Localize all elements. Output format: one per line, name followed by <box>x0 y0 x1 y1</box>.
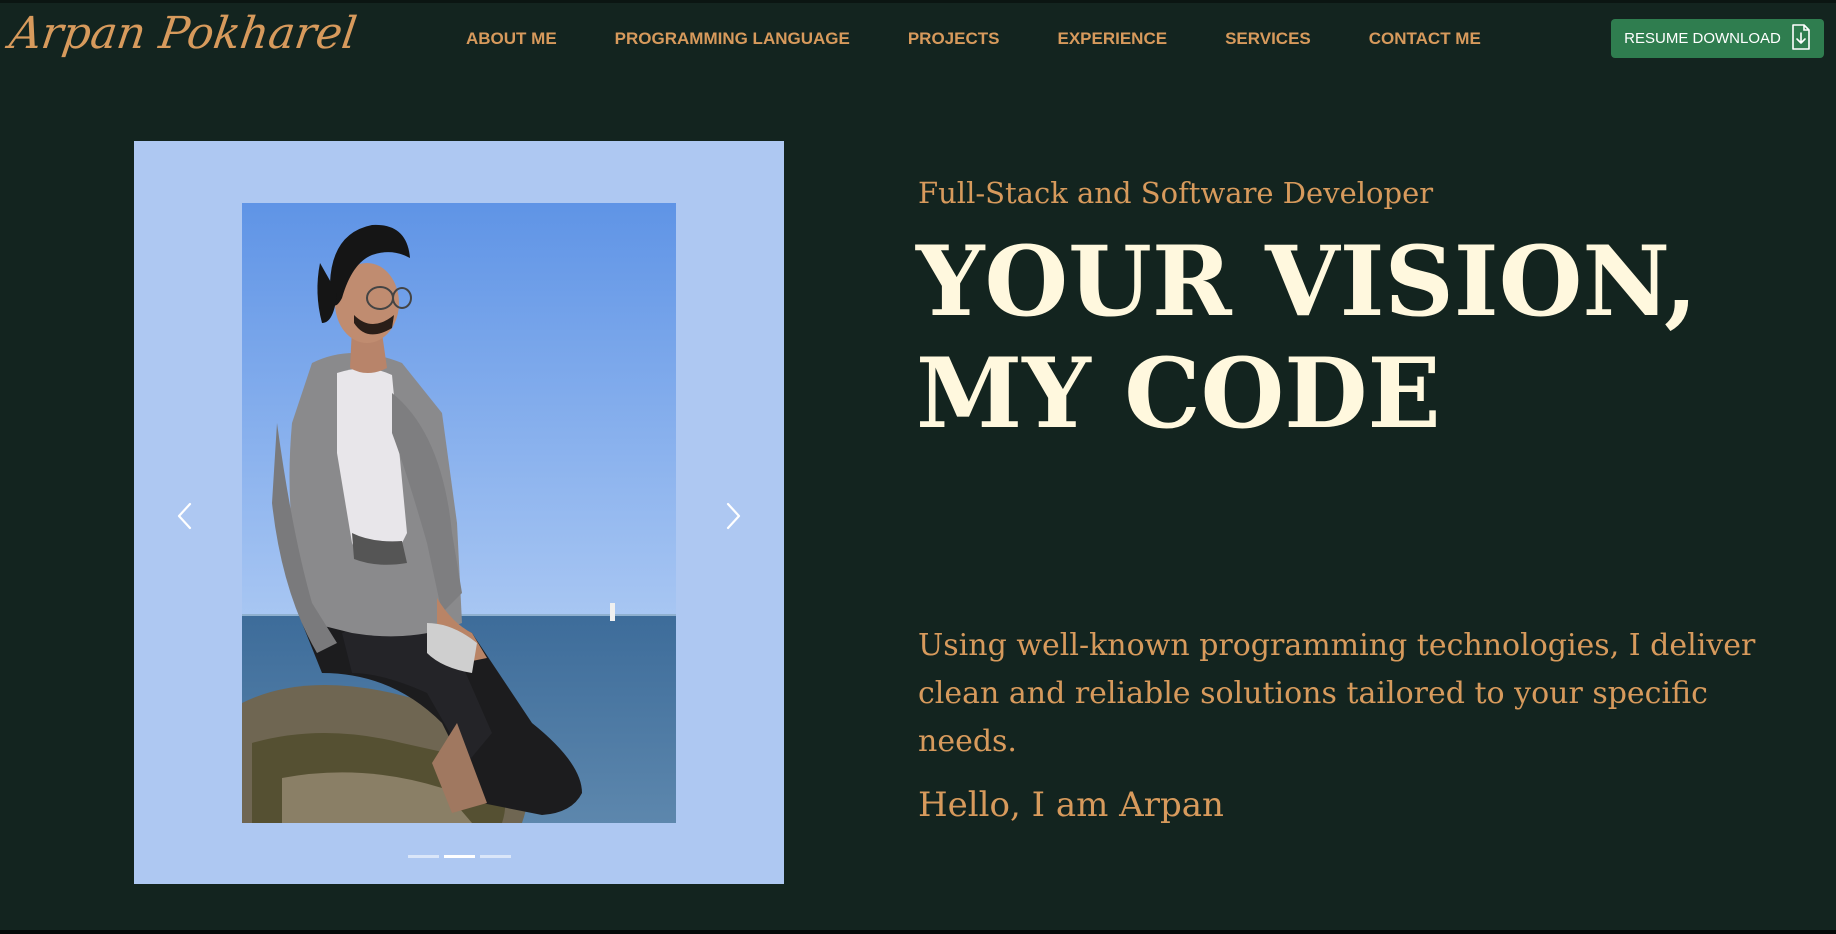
carousel-next-button[interactable] <box>718 496 748 536</box>
carousel-indicator[interactable] <box>408 855 439 858</box>
chevron-left-icon <box>177 502 192 530</box>
carousel-indicators <box>408 855 511 858</box>
page: Arpan Pokharel ABOUT ME PROGRAMMING LANG… <box>0 0 1836 934</box>
hero-subtitle: Full-Stack and Software Developer <box>918 176 1434 210</box>
logo[interactable]: Arpan Pokharel <box>6 8 359 59</box>
nav-item-services[interactable]: SERVICES <box>1225 29 1311 49</box>
top-border <box>0 0 1836 3</box>
main-nav: ABOUT ME PROGRAMMING LANGUAGE PROJECTS E… <box>466 26 1539 52</box>
hero-headline: YOUR VISION, MY CODE <box>916 226 1796 450</box>
nav-item-projects[interactable]: PROJECTS <box>908 29 1000 49</box>
hero-headline-line2: MY CODE <box>916 337 1441 450</box>
carousel-prev-button[interactable] <box>170 496 200 536</box>
bottom-border <box>0 930 1836 934</box>
resume-download-label: RESUME DOWNLOAD <box>1624 30 1781 47</box>
photo-carousel <box>134 141 784 884</box>
resume-download-button[interactable]: RESUME DOWNLOAD <box>1611 19 1824 58</box>
hero-description: Using well-known programming technologie… <box>918 628 1756 759</box>
file-download-icon <box>1791 23 1811 54</box>
profile-photo <box>242 203 676 823</box>
carousel-indicator[interactable] <box>444 855 475 858</box>
nav-item-about-me[interactable]: ABOUT ME <box>466 29 557 49</box>
carousel-indicator[interactable] <box>480 855 511 858</box>
chevron-right-icon <box>726 502 741 530</box>
nav-item-experience[interactable]: EXPERIENCE <box>1057 29 1167 49</box>
nav-item-programming-language[interactable]: PROGRAMMING LANGUAGE <box>615 29 850 49</box>
hero-headline-line1: YOUR VISION, <box>916 225 1698 338</box>
hero-greeting: Hello, I am Arpan <box>918 785 1224 825</box>
nav-item-contact-me[interactable]: CONTACT ME <box>1369 29 1481 49</box>
